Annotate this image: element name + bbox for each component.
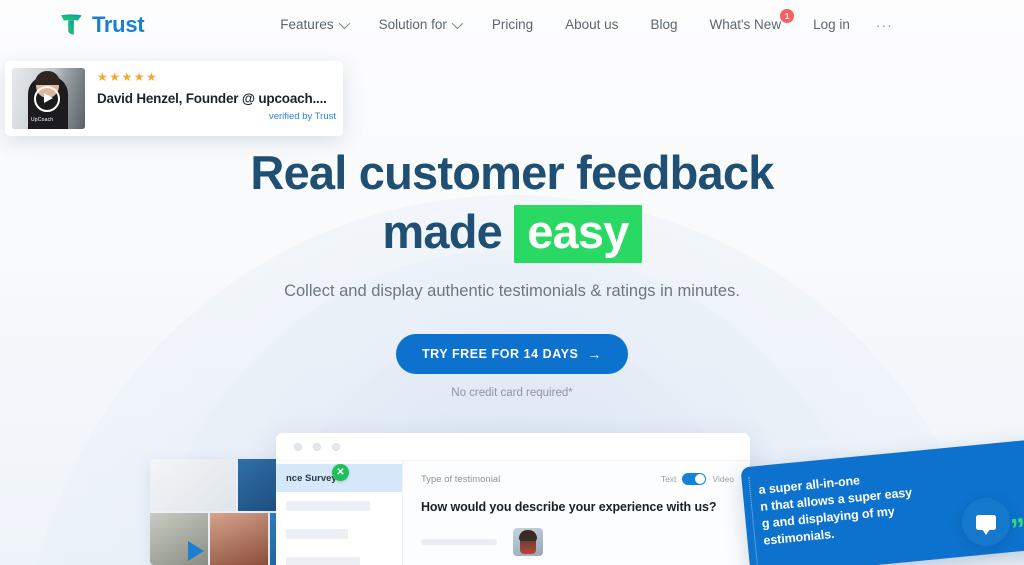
nav-item-solution-for[interactable]: Solution for xyxy=(363,17,476,32)
play-icon[interactable] xyxy=(34,86,60,112)
dotted-divider xyxy=(748,476,758,565)
avatar-hair xyxy=(519,530,537,541)
collage-tile xyxy=(210,513,268,565)
text-video-toggle[interactable] xyxy=(682,473,707,485)
video-thumbnail[interactable]: UpCoach xyxy=(12,68,85,129)
star-rating: ★★★★★ xyxy=(97,70,159,84)
testimonial-author: David Henzel, Founder @ upcoach.... xyxy=(97,91,327,106)
type-of-testimonial-label: Type of testimonial xyxy=(421,473,501,485)
window-dot-close[interactable] xyxy=(294,442,302,451)
toggle-label-video: Video xyxy=(712,474,734,484)
nav-item-label: Pricing xyxy=(491,17,534,32)
no-credit-card-note: No credit card required* xyxy=(451,387,573,399)
nav-item-about-us[interactable]: About us xyxy=(549,17,634,32)
nav-item-label: Blog xyxy=(650,17,678,32)
skeleton-line xyxy=(286,557,360,565)
chat-bubble-icon xyxy=(976,514,996,535)
testimonial-popup-card[interactable]: UpCoach ★★★★★ David Henzel, Founder @ up… xyxy=(5,61,343,136)
cta-label: TRY FREE FOR 14 DAYS xyxy=(422,347,579,361)
sidebar-item-label: nce Survey xyxy=(286,472,337,484)
nav-item-log-in[interactable]: Log in xyxy=(797,17,866,32)
arrow-right-icon: → xyxy=(587,346,602,362)
chevron-down-icon xyxy=(338,17,350,29)
sidebar-item-placeholder[interactable] xyxy=(276,548,402,565)
browser-main-panel: Type of testimonial Text Video How would… xyxy=(402,461,750,565)
try-free-button[interactable]: TRY FREE FOR 14 DAYS → xyxy=(396,334,628,374)
brand-logo[interactable]: Trust xyxy=(58,11,145,38)
browser-window-mock: nce Survey Type of testimonial Text Vide… xyxy=(276,433,750,565)
testimonial-type-row: Type of testimonial Text Video xyxy=(421,473,734,485)
quote-mark-icon: ” xyxy=(1009,512,1024,547)
window-dot-maximize[interactable] xyxy=(332,442,340,451)
skeleton-line xyxy=(421,539,497,545)
product-preview-stage: a super all-in-one n that allows a super… xyxy=(0,415,1024,565)
collage-tile xyxy=(150,459,236,511)
sidebar-item-placeholder[interactable] xyxy=(276,520,402,548)
play-triangle-icon xyxy=(188,541,204,561)
sidebar-item-placeholder[interactable] xyxy=(276,492,402,520)
thumbnail-brand-label: UpCoach xyxy=(31,117,54,123)
hero-subtitle: Collect and display authentic testimonia… xyxy=(284,282,740,300)
notification-badge: 1 xyxy=(780,9,795,23)
toggle-knob xyxy=(695,474,706,484)
page-root: Trust Features Solution for Pricing Abou… xyxy=(0,0,1024,565)
more-menu-button[interactable]: ··· xyxy=(866,17,903,33)
nav-item-whats-new[interactable]: What's New 1 xyxy=(693,9,797,32)
nav-item-label: About us xyxy=(565,17,619,32)
nav-item-label: Features xyxy=(280,17,334,32)
respondent-avatar xyxy=(513,528,543,556)
window-dot-minimize[interactable] xyxy=(313,442,321,451)
headline-line-2-prefix: made xyxy=(382,205,502,258)
text-video-toggle-group[interactable]: Text Video xyxy=(661,473,734,485)
brand-name: Trust xyxy=(92,11,145,37)
close-icon[interactable]: ✕ xyxy=(332,464,349,481)
skeleton-line xyxy=(286,501,370,511)
nav-links: Features Solution for Pricing About us B… xyxy=(264,9,903,33)
headline-line-1: Real customer feedback xyxy=(250,146,774,199)
browser-title-bar xyxy=(276,433,750,461)
page-title: Real customer feedback made easy xyxy=(0,143,1024,263)
nav-item-label: What's New xyxy=(709,17,782,32)
nav-item-label: Log in xyxy=(813,17,850,32)
testimonial-question: How would you describe your experience w… xyxy=(421,500,717,514)
testimonial-body: ★★★★★ David Henzel, Founder @ upcoach...… xyxy=(97,68,336,129)
top-navigation-bar: Trust Features Solution for Pricing Abou… xyxy=(0,0,1024,49)
skeleton-line xyxy=(286,529,348,539)
nav-item-features[interactable]: Features xyxy=(264,17,362,32)
testimonial-answer-row xyxy=(421,528,734,556)
nav-item-label: Solution for xyxy=(378,17,447,32)
chevron-down-icon xyxy=(451,17,463,29)
trust-t-logo-icon xyxy=(58,11,85,38)
cta-wrapper: TRY FREE FOR 14 DAYS → xyxy=(0,334,1024,374)
toggle-label-text: Text xyxy=(660,474,677,484)
nav-item-blog[interactable]: Blog xyxy=(634,17,693,32)
hero-section: Real customer feedback made easy Collect… xyxy=(0,0,1024,399)
verified-by-trust-label: verified by Trust xyxy=(268,111,336,122)
headline-highlight: easy xyxy=(514,205,642,263)
nav-item-pricing[interactable]: Pricing xyxy=(476,17,549,32)
chat-widget-button[interactable] xyxy=(962,498,1010,546)
headline-line-2: made easy xyxy=(0,202,1024,263)
